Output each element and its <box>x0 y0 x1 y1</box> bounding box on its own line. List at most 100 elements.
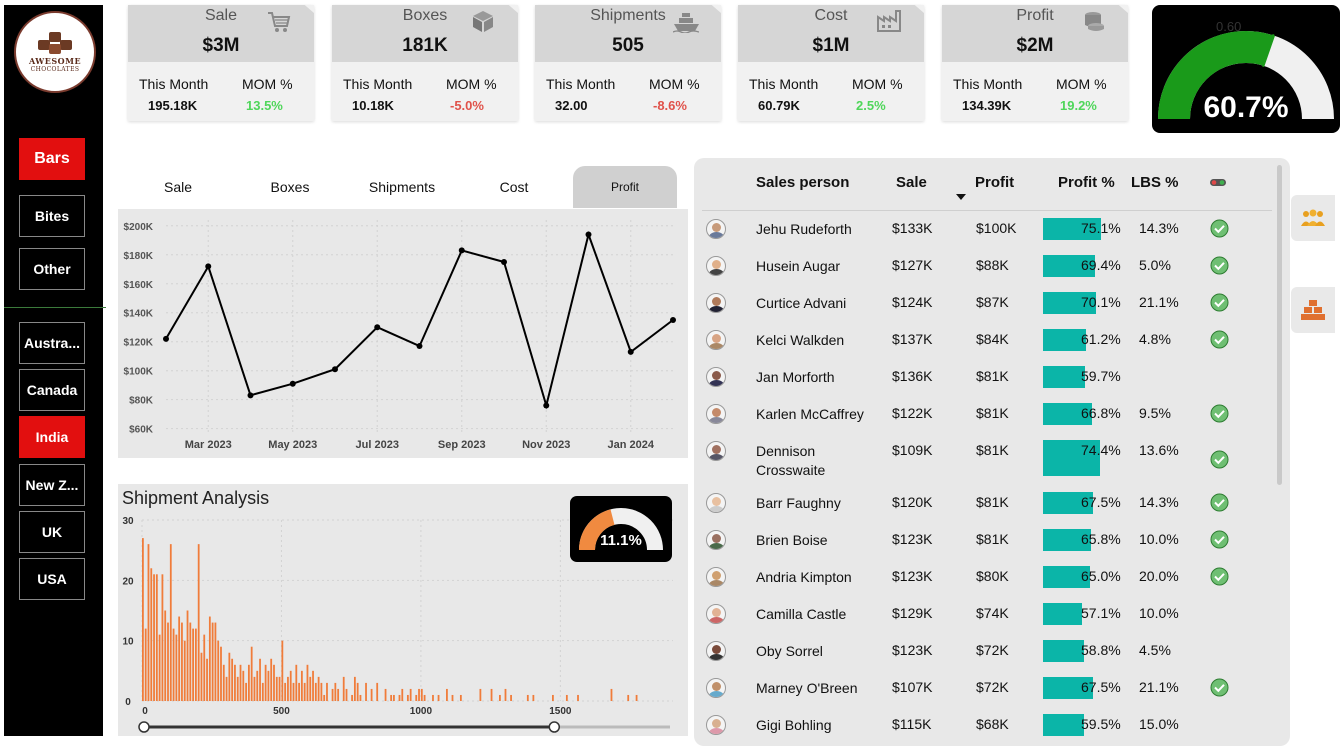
histogram-bar[interactable] <box>365 682 367 701</box>
tab-boxes[interactable]: Boxes <box>234 166 346 208</box>
histogram-bar[interactable] <box>281 640 284 701</box>
histogram-bar[interactable] <box>200 652 203 701</box>
profit-data-point[interactable] <box>585 231 592 238</box>
histogram-bar[interactable] <box>490 688 493 701</box>
histogram-bar[interactable] <box>446 688 448 701</box>
histogram-bar[interactable] <box>298 682 300 701</box>
histogram-bar[interactable] <box>292 682 295 701</box>
histogram-bar[interactable] <box>147 544 150 701</box>
histogram-bar[interactable] <box>273 664 275 701</box>
histogram-bar[interactable] <box>194 628 197 701</box>
histogram-bar[interactable] <box>239 664 242 701</box>
histogram-bar[interactable] <box>261 682 264 701</box>
histogram-bar[interactable] <box>278 676 281 701</box>
table-row[interactable]: Andria Kimpton $123K $80K 65.0% 20.0% <box>694 559 1274 596</box>
profit-data-point[interactable] <box>163 335 169 342</box>
sort-desc-icon[interactable] <box>956 194 966 200</box>
histogram-bar[interactable] <box>326 682 328 701</box>
table-row[interactable]: Oby Sorrel $123K $72K 58.8% 4.5% <box>694 633 1274 670</box>
histogram-bar[interactable] <box>610 688 613 701</box>
profit-data-point[interactable] <box>670 316 676 323</box>
histogram-bar[interactable] <box>526 694 529 701</box>
header-profit-pct[interactable]: Profit % <box>1058 174 1115 191</box>
histogram-bar[interactable] <box>409 688 412 701</box>
histogram-bar[interactable] <box>161 574 164 701</box>
histogram-bar[interactable] <box>250 646 253 701</box>
histogram-bar[interactable] <box>451 694 454 701</box>
histogram-bar[interactable] <box>479 688 482 701</box>
histogram-bar[interactable] <box>295 664 298 701</box>
histogram-bar[interactable] <box>303 682 306 701</box>
tab-shipments[interactable]: Shipments <box>346 166 458 208</box>
histogram-bar[interactable] <box>317 676 320 701</box>
people-view-button[interactable] <box>1291 195 1335 241</box>
histogram-bar[interactable] <box>331 688 334 701</box>
histogram-bar[interactable] <box>228 652 231 701</box>
histogram-bar[interactable] <box>208 616 211 701</box>
histogram-bar[interactable] <box>172 628 175 701</box>
country-button-3[interactable]: New Z... <box>19 464 85 506</box>
histogram-bar[interactable] <box>390 694 393 701</box>
histogram-bar[interactable] <box>406 694 409 701</box>
profit-data-point[interactable] <box>205 263 212 270</box>
histogram-bar[interactable] <box>206 658 208 701</box>
histogram-bar[interactable] <box>178 616 181 701</box>
histogram-bar[interactable] <box>337 688 340 701</box>
header-profit[interactable]: Profit <box>975 174 1014 191</box>
histogram-bar[interactable] <box>225 676 228 701</box>
category-button-bites[interactable]: Bites <box>19 195 85 237</box>
histogram-bar[interactable] <box>415 694 418 701</box>
histogram-bar[interactable] <box>175 634 178 701</box>
country-button-4[interactable]: UK <box>19 511 85 553</box>
header-sale[interactable]: Sale <box>896 174 927 191</box>
histogram-bar[interactable] <box>142 538 144 701</box>
histogram-bar[interactable] <box>359 694 362 701</box>
country-button-0[interactable]: Austra... <box>19 322 85 364</box>
histogram-bar[interactable] <box>398 694 401 701</box>
table-row[interactable]: Dennison Crosswaite $109K $81K 74.4% 13.6% <box>694 433 1274 485</box>
profit-data-point[interactable] <box>289 380 296 387</box>
histogram-bar[interactable] <box>504 688 507 701</box>
table-row[interactable]: Brien Boise $123K $81K 65.8% 10.0% <box>694 522 1274 559</box>
histogram-bar[interactable] <box>635 694 638 701</box>
tab-cost[interactable]: Cost <box>458 166 570 208</box>
histogram-bar[interactable] <box>242 670 245 701</box>
histogram-bar[interactable] <box>158 634 161 701</box>
histogram-bar[interactable] <box>300 670 303 701</box>
histogram-bar[interactable] <box>181 622 183 701</box>
histogram-bar[interactable] <box>627 694 630 701</box>
histogram-bar[interactable] <box>231 658 234 701</box>
table-row[interactable]: Karlen McCaffrey $122K $81K 66.8% 9.5% <box>694 396 1274 433</box>
category-button-bars[interactable]: Bars <box>19 138 85 180</box>
histogram-bar[interactable] <box>164 610 167 702</box>
table-row[interactable]: Jan Morforth $136K $81K 59.7% <box>694 359 1274 396</box>
header-lbs-pct[interactable]: LBS % <box>1131 174 1179 191</box>
histogram-bar[interactable] <box>150 568 153 701</box>
histogram-bar[interactable] <box>222 664 225 701</box>
histogram-bar[interactable] <box>256 670 259 701</box>
histogram-bar[interactable] <box>167 622 169 701</box>
histogram-bar[interactable] <box>203 634 206 701</box>
histogram-bar[interactable] <box>217 640 220 701</box>
histogram-bar[interactable] <box>287 676 289 701</box>
histogram-bar[interactable] <box>259 658 261 701</box>
header-sales-person[interactable]: Sales person <box>756 174 849 191</box>
profit-data-point[interactable] <box>458 247 465 254</box>
histogram-bar[interactable] <box>211 622 214 701</box>
histogram-bar[interactable] <box>384 688 387 701</box>
histogram-bar[interactable] <box>314 682 317 701</box>
histogram-bar[interactable] <box>459 694 462 701</box>
histogram-bar[interactable] <box>236 676 239 701</box>
histogram-bar[interactable] <box>155 574 158 701</box>
histogram-bar[interactable] <box>401 688 404 701</box>
histogram-bar[interactable] <box>370 688 373 701</box>
table-row[interactable]: Husein Augar $127K $88K 69.4% 5.0% <box>694 248 1274 285</box>
table-scrollbar[interactable] <box>1277 165 1282 485</box>
histogram-bar[interactable] <box>432 694 434 701</box>
country-button-2[interactable]: India <box>19 416 85 458</box>
table-row[interactable]: Marney O'Breen $107K $72K 67.5% 21.1% <box>694 670 1274 707</box>
boxes-view-button[interactable] <box>1291 287 1335 333</box>
histogram-bar[interactable] <box>312 670 314 701</box>
histogram-bar[interactable] <box>420 688 423 701</box>
table-row[interactable]: Kelci Walkden $137K $84K 61.2% 4.8% <box>694 322 1274 359</box>
